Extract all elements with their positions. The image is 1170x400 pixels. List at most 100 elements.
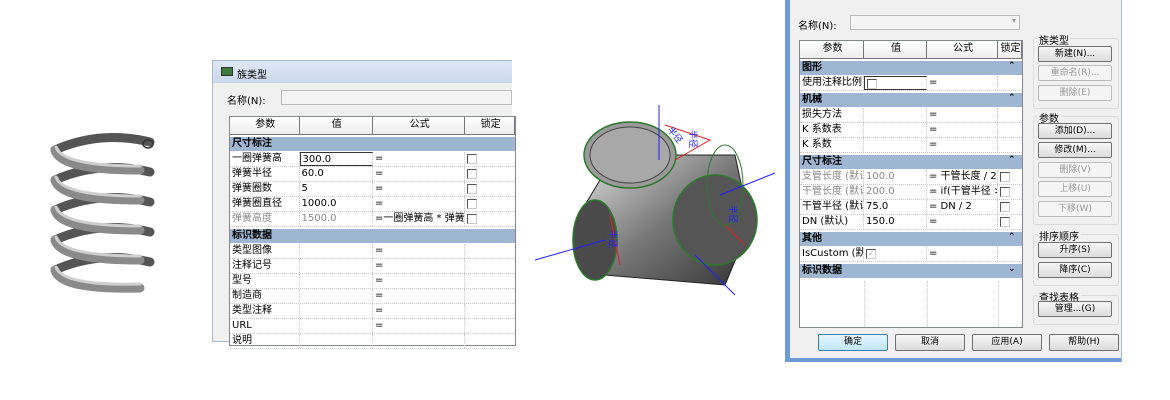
column-header-2[interactable]: 公式 (927, 41, 998, 58)
collapse-toggle-icon[interactable]: ⌃ (1008, 61, 1022, 75)
lock-checkbox[interactable] (1000, 217, 1010, 227)
section-header[interactable]: 标识数据 (230, 229, 515, 244)
lock-cell[interactable] (998, 200, 1022, 214)
family-types-button-0[interactable]: 新建(N)... (1038, 46, 1112, 62)
param-value-input[interactable]: 150.0 (864, 215, 927, 229)
param-value-input[interactable]: 300.0 (299, 152, 373, 166)
formula-input[interactable] (373, 334, 466, 348)
parameters-button-2[interactable]: 删除(V) (1038, 162, 1112, 178)
formula-input[interactable]: = (373, 197, 466, 211)
collapse-toggle-icon[interactable]: ⌄ (1008, 264, 1022, 278)
param-value-input[interactable]: 60.0 (300, 167, 373, 181)
collapse-toggle-icon[interactable]: ⌃ (1008, 232, 1022, 246)
formula-input[interactable]: = (373, 289, 466, 303)
parameters-button-0[interactable]: 添加(D)... (1038, 123, 1112, 139)
formula-input[interactable]: = (373, 259, 466, 273)
section-header[interactable]: 图形 ⌃ (800, 61, 1022, 76)
lock-checkbox[interactable] (467, 184, 478, 194)
lock-cell[interactable] (998, 138, 1022, 152)
lock-cell[interactable] (465, 259, 515, 273)
column-header-0[interactable]: 参数 (800, 41, 864, 58)
lock-cell[interactable] (998, 185, 1022, 199)
formula-input[interactable]: = (927, 247, 998, 261)
lookup-tables-button-0[interactable]: 管理...(G) (1038, 301, 1112, 317)
formula-input[interactable]: = (373, 182, 466, 196)
lock-cell[interactable] (465, 212, 515, 226)
column-header-0[interactable]: 参数 (230, 117, 300, 134)
formula-input[interactable]: = (373, 244, 466, 258)
formula-input[interactable]: = 干管长度 / 2 (927, 170, 998, 184)
formula-input[interactable]: = (373, 304, 466, 318)
lock-checkbox[interactable] (467, 199, 478, 209)
parameters-button-4[interactable]: 下移(W) (1038, 201, 1112, 217)
collapse-toggle-icon[interactable]: ⌃ (1008, 155, 1022, 169)
column-header-1[interactable]: 值 (299, 117, 373, 134)
help-button[interactable]: 帮助(H) (1049, 334, 1119, 351)
lock-checkbox[interactable] (1000, 172, 1010, 182)
lock-cell[interactable] (465, 182, 515, 196)
lock-checkbox[interactable] (1000, 187, 1010, 197)
section-header[interactable]: 尺寸标注 ⌃ (800, 155, 1022, 170)
formula-input[interactable]: = (373, 274, 466, 288)
param-value-input[interactable]: 5 (300, 182, 373, 196)
lock-cell[interactable] (465, 152, 515, 166)
param-value-input[interactable] (300, 304, 373, 318)
formula-input[interactable]: = (927, 138, 998, 152)
lock-cell[interactable] (998, 108, 1022, 122)
parameters-button-1[interactable]: 修改(M)... (1038, 142, 1112, 158)
lock-cell[interactable] (998, 170, 1022, 184)
checkbox[interactable] (867, 79, 877, 89)
lock-cell[interactable] (465, 197, 515, 211)
lock-cell[interactable] (998, 76, 1022, 90)
param-value-input[interactable] (300, 289, 373, 303)
param-value-input[interactable] (864, 76, 927, 90)
param-value-input[interactable] (300, 274, 373, 288)
lock-checkbox[interactable] (467, 169, 478, 179)
lock-cell[interactable] (998, 247, 1022, 261)
lock-checkbox[interactable] (1000, 202, 1010, 212)
lock-checkbox[interactable] (467, 214, 478, 224)
lock-cell[interactable] (465, 167, 515, 181)
formula-input[interactable]: = if(干管半径 > 5 (927, 185, 998, 199)
param-value-input[interactable]: 100.0 (864, 170, 927, 184)
column-header-1[interactable]: 值 (864, 41, 927, 58)
param-value-input[interactable] (864, 108, 927, 122)
collapse-toggle-icon[interactable]: ⌃ (1008, 93, 1022, 107)
section-header[interactable]: 尺寸标注 (230, 137, 515, 152)
param-value-input[interactable] (300, 259, 373, 273)
param-value-input[interactable]: ✓ (864, 247, 927, 261)
formula-input[interactable]: = (373, 167, 466, 181)
checkbox[interactable]: ✓ (866, 249, 876, 259)
column-header-3[interactable]: 锁定 (465, 117, 515, 134)
lock-cell[interactable] (465, 334, 515, 348)
lock-checkbox[interactable] (467, 154, 478, 164)
lock-cell[interactable] (998, 123, 1022, 137)
param-value-input[interactable] (300, 244, 373, 258)
param-value-input[interactable] (864, 138, 927, 152)
param-value-input[interactable] (300, 319, 373, 333)
param-value-input[interactable] (864, 123, 927, 137)
family-types-button-1[interactable]: 重命名(R)... (1038, 65, 1112, 81)
formula-input[interactable]: = (927, 108, 998, 122)
lock-cell[interactable] (998, 215, 1022, 229)
lock-cell[interactable] (465, 244, 515, 258)
apply-button[interactable]: 应用(A) (972, 334, 1042, 351)
column-header-2[interactable]: 公式 (373, 117, 466, 134)
param-value-input[interactable]: 75.0 (864, 200, 927, 214)
lock-cell[interactable] (465, 319, 515, 333)
param-value-input[interactable]: 1000.0 (300, 197, 373, 211)
ok-button[interactable]: 确定 (818, 334, 888, 351)
cancel-button[interactable]: 取消 (895, 334, 965, 351)
param-value-input[interactable] (300, 334, 373, 348)
param-value-input[interactable]: 200.0 (864, 185, 927, 199)
formula-input[interactable]: = (927, 76, 998, 90)
name-select[interactable]: ▾ (850, 15, 1020, 30)
formula-input[interactable]: =一圈弹簧高 * 弹簧圈 (373, 212, 466, 226)
section-header[interactable]: 标识数据 ⌄ (800, 264, 1022, 279)
formula-input[interactable]: = (373, 319, 466, 333)
sort-order-button-0[interactable]: 升序(S) (1038, 242, 1112, 258)
formula-input[interactable]: = (927, 215, 998, 229)
lock-cell[interactable] (465, 304, 515, 318)
family-types-button-2[interactable]: 删除(E) (1038, 85, 1112, 101)
formula-input[interactable]: = (927, 123, 998, 137)
